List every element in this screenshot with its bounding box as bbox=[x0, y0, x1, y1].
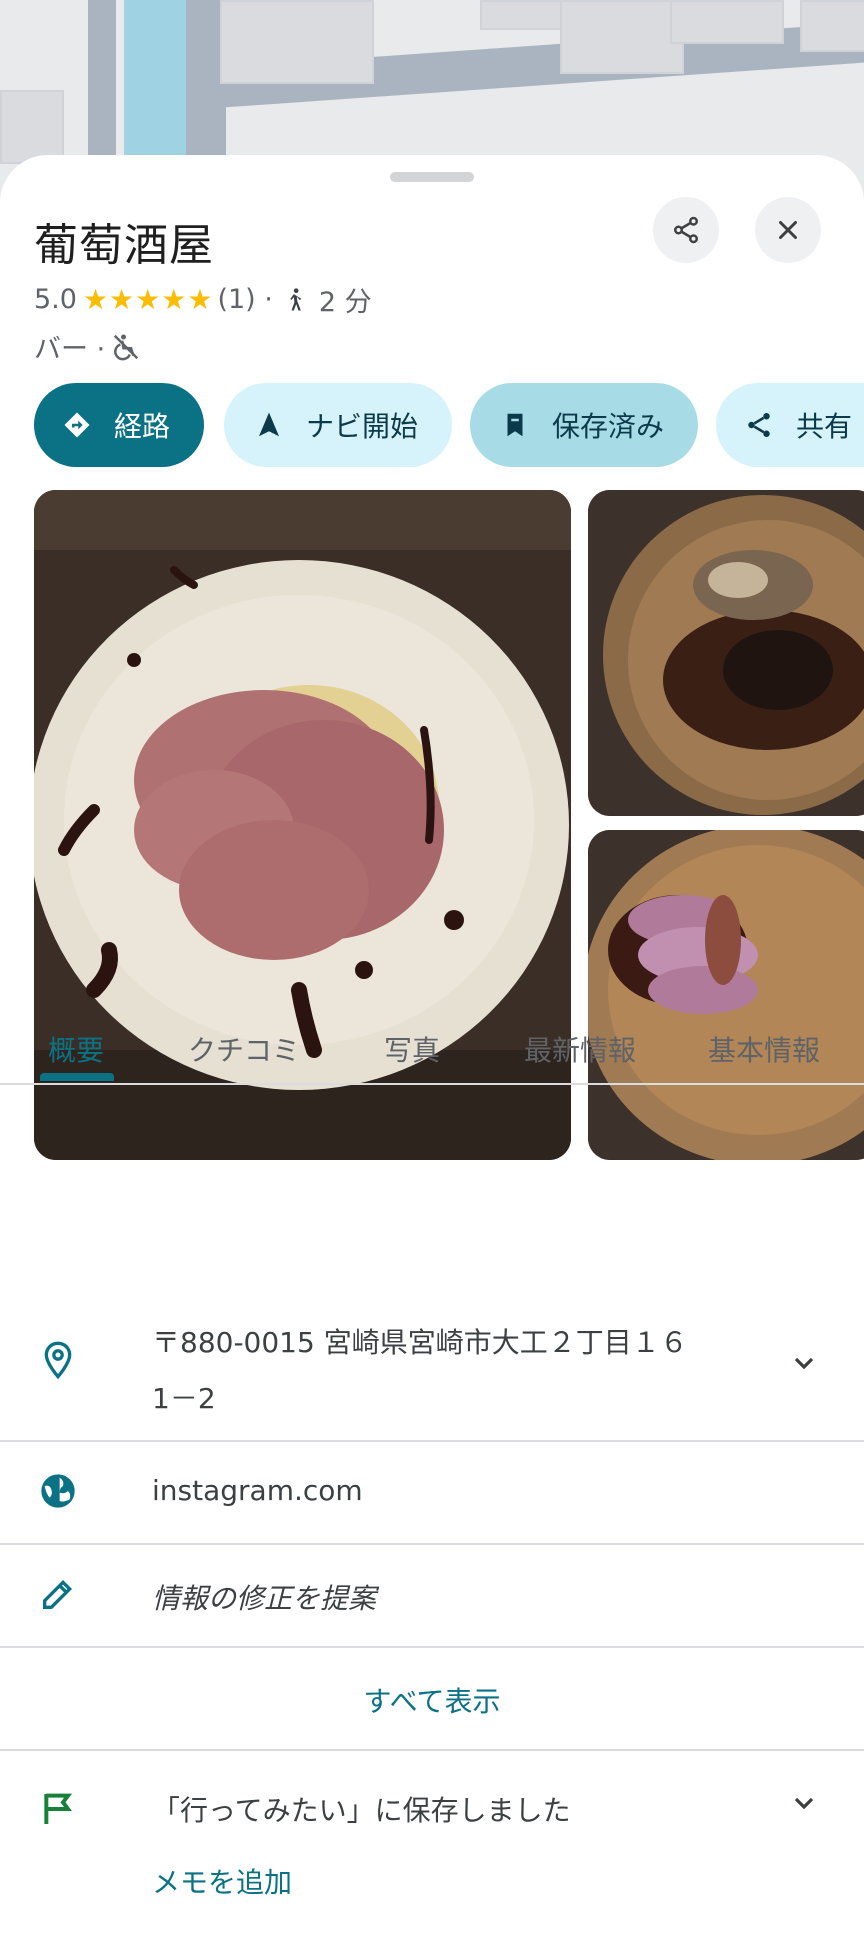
globe-icon bbox=[41, 1474, 75, 1508]
tab-reviews[interactable]: クチコミ bbox=[188, 1029, 300, 1069]
chevron-down-icon[interactable] bbox=[788, 1347, 820, 1379]
start-navigation-label: ナビ開始 bbox=[306, 410, 419, 443]
pencil-icon bbox=[43, 1579, 73, 1609]
add-note-button[interactable]: メモを追加 bbox=[152, 1861, 292, 1901]
rating-row[interactable]: 5.0 ★★★★★ (1) · 2 分 bbox=[34, 280, 372, 319]
address-line-1: 〒880-0015 宮崎県宮崎市大工２丁目１６ bbox=[152, 1326, 688, 1359]
tab-about[interactable]: 基本情報 bbox=[708, 1029, 820, 1069]
suggest-edit-label: 情報の修正を提案 bbox=[152, 1582, 377, 1615]
start-navigation-button[interactable]: ナビ開始 bbox=[224, 383, 452, 467]
walking-icon bbox=[290, 287, 302, 310]
flag-icon bbox=[44, 1793, 72, 1824]
place-category: バー · bbox=[34, 334, 106, 365]
map-building bbox=[0, 90, 64, 164]
category-row: バー · bbox=[34, 327, 141, 366]
map-building bbox=[220, 0, 374, 84]
saved-list-text: 「行ってみたい」に保存しました bbox=[152, 1794, 571, 1827]
address-line-2: 1－2 bbox=[152, 1382, 216, 1415]
photo-secondary-bottom[interactable] bbox=[588, 830, 864, 1160]
address-row[interactable]: 〒880-0015 宮崎県宮崎市大工２丁目１６ 1－2 bbox=[0, 1285, 864, 1442]
place-title: 葡萄酒屋 bbox=[34, 220, 214, 271]
directions-icon bbox=[64, 412, 90, 438]
website-link: instagram.com bbox=[152, 1474, 363, 1507]
show-all-row: すべて表示 bbox=[0, 1646, 864, 1751]
active-tab-indicator bbox=[40, 1073, 114, 1081]
show-all-button[interactable]: すべて表示 bbox=[0, 1680, 864, 1720]
food-photo-mushroom bbox=[588, 490, 864, 816]
review-count: (1) · bbox=[217, 284, 273, 315]
website-row[interactable]: instagram.com bbox=[0, 1440, 864, 1545]
close-icon bbox=[779, 221, 797, 239]
rating-stars-icon: ★★★★★ bbox=[82, 283, 214, 316]
share-icon bbox=[674, 216, 698, 244]
directions-button[interactable]: 経路 bbox=[34, 383, 204, 467]
suggest-edit-row[interactable]: 情報の修正を提案 bbox=[0, 1543, 864, 1648]
close-button[interactable] bbox=[755, 197, 821, 263]
navigation-arrow-icon bbox=[259, 412, 279, 437]
saved-button[interactable]: 保存済み bbox=[470, 383, 698, 467]
drag-handle[interactable] bbox=[390, 172, 474, 182]
share-chip[interactable]: 共有 bbox=[716, 383, 864, 467]
location-pin-icon bbox=[44, 1341, 72, 1380]
wheelchair-not-accessible-icon bbox=[114, 334, 139, 360]
share-button[interactable] bbox=[653, 197, 719, 263]
directions-label: 経路 bbox=[114, 410, 171, 443]
rating-value: 5.0 bbox=[34, 284, 77, 315]
share-chip-label: 共有 bbox=[796, 410, 853, 443]
tab-updates[interactable]: 最新情報 bbox=[524, 1029, 636, 1069]
chevron-down-icon[interactable] bbox=[788, 1787, 820, 1819]
tab-bar: 概要 クチコミ 写真 最新情報 基本情報 bbox=[0, 1005, 864, 1085]
walk-time: 2 分 bbox=[318, 287, 372, 318]
bookmark-icon bbox=[507, 413, 523, 437]
food-photo-duck bbox=[588, 830, 864, 1160]
saved-list-section: 「行ってみたい」に保存しました メモを追加 bbox=[0, 1749, 864, 1939]
tab-overview[interactable]: 概要 bbox=[48, 1029, 104, 1069]
map-building bbox=[560, 0, 684, 74]
map-building bbox=[800, 0, 864, 52]
tab-photos[interactable]: 写真 bbox=[384, 1029, 440, 1069]
map-building bbox=[670, 0, 784, 44]
photo-secondary-top[interactable] bbox=[588, 490, 864, 816]
share-icon bbox=[748, 413, 770, 437]
action-chips: 経路 ナビ開始 保存済み 共有 bbox=[34, 383, 864, 467]
saved-label: 保存済み bbox=[552, 410, 665, 443]
